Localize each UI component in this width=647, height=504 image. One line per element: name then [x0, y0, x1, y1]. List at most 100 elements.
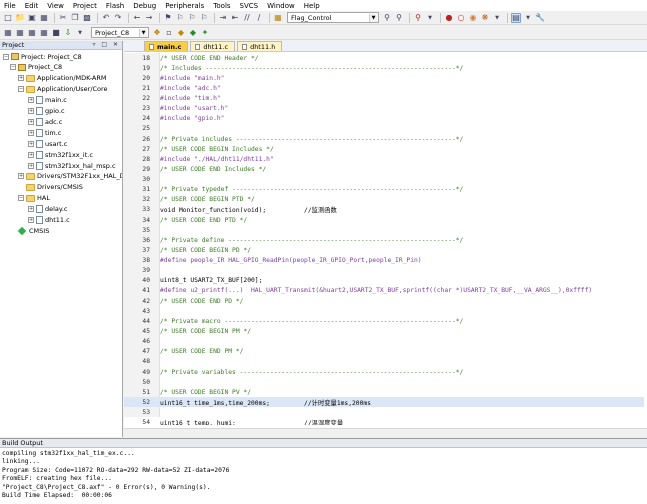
- collapse-icon[interactable]: −: [10, 64, 16, 71]
- code-line[interactable]: 49 /* Private variables -----------------…: [124, 367, 644, 377]
- bookmark-clear-icon[interactable]: ⚐: [199, 13, 209, 23]
- code-line[interactable]: 51 /* USER CODE BEGIN PV */: [124, 387, 644, 397]
- tree-file-item[interactable]: + stm32f1xx_hal_msp.c: [28, 160, 116, 171]
- undo-icon[interactable]: ↶: [101, 13, 111, 23]
- function-combo[interactable]: Flag_Control ▼: [287, 12, 379, 23]
- menu-item-peripherals[interactable]: Peripherals: [165, 2, 204, 10]
- code-line[interactable]: 46: [124, 337, 644, 347]
- collapse-icon[interactable]: −: [3, 53, 9, 60]
- expand-icon[interactable]: +: [28, 129, 34, 136]
- find-in-files-icon[interactable]: ▦: [273, 13, 283, 23]
- expand-icon[interactable]: +: [28, 151, 34, 158]
- expand-icon[interactable]: +: [28, 140, 34, 147]
- pack-installer-icon[interactable]: ◆: [188, 28, 198, 38]
- bookmark-next-icon[interactable]: ⚐: [187, 13, 197, 23]
- menu-item-tools[interactable]: Tools: [213, 2, 230, 10]
- zoom-icon[interactable]: ⚲: [413, 13, 423, 23]
- menu-item-help[interactable]: Help: [304, 2, 320, 10]
- tree-file-item[interactable]: + tim.c: [28, 127, 61, 138]
- breakpoint-icon[interactable]: ○: [456, 13, 466, 23]
- download-icon[interactable]: ⇩: [63, 28, 73, 38]
- build-icon[interactable]: ▦: [15, 28, 25, 38]
- copy-icon[interactable]: ❐: [70, 13, 80, 23]
- debug-start-icon[interactable]: ●: [444, 13, 454, 23]
- tree-folder-item[interactable]: − HAL: [18, 193, 50, 204]
- expand-icon[interactable]: +: [28, 118, 34, 125]
- kill-breakpoints-icon[interactable]: ❋: [480, 13, 490, 23]
- code-line[interactable]: 20 #include "main.h": [124, 73, 644, 83]
- code-line[interactable]: 41 #define u2_printf(...) HAL_UART_Transm…: [124, 286, 644, 296]
- batch-build-icon[interactable]: ▦: [39, 28, 49, 38]
- tree-file-item[interactable]: + gpio.c: [28, 106, 65, 117]
- code-line[interactable]: 24 #include "gpio.h": [124, 114, 644, 124]
- paste-icon[interactable]: ▩: [82, 13, 92, 23]
- expand-icon[interactable]: +: [28, 206, 34, 213]
- code-line[interactable]: 39: [124, 266, 644, 276]
- code-line[interactable]: 26 /* Private includes ------------------…: [124, 134, 644, 144]
- panel-controls[interactable]: ▿ □ ✕: [92, 41, 120, 48]
- configure-icon[interactable]: 🔧: [535, 13, 545, 23]
- zoom-dropdown-icon[interactable]: ▼: [425, 13, 435, 23]
- horizontal-scrollbar[interactable]: [124, 428, 647, 437]
- code-line[interactable]: 25: [124, 124, 644, 134]
- target-combo[interactable]: Project_C8 ▼: [91, 27, 149, 38]
- expand-icon[interactable]: +: [28, 162, 34, 169]
- code-line[interactable]: 21 #include "adc.h": [124, 83, 644, 93]
- window-layout-icon[interactable]: ▤: [511, 12, 521, 23]
- code-line[interactable]: 33 void Monitor_function(void); //监测函数: [124, 205, 644, 215]
- translate-icon[interactable]: ▦: [3, 28, 13, 38]
- menu-item-flash[interactable]: Flash: [106, 2, 124, 10]
- code-line[interactable]: 19 /* Includes --------------------------…: [124, 63, 644, 73]
- expand-icon[interactable]: +: [18, 75, 24, 82]
- find-icon[interactable]: ⚲: [382, 13, 392, 23]
- nav-back-icon[interactable]: ←: [132, 13, 142, 23]
- menu-item-project[interactable]: Project: [73, 2, 97, 10]
- nav-forward-icon[interactable]: →: [144, 13, 154, 23]
- code-line[interactable]: 18 /* USER CODE END Header */: [124, 53, 644, 63]
- open-folder-icon[interactable]: 📁: [15, 13, 25, 23]
- menu-item-debug[interactable]: Debug: [133, 2, 156, 10]
- target-options-icon[interactable]: ❖: [152, 28, 162, 38]
- layout-dropdown-icon[interactable]: ▼: [523, 13, 533, 23]
- code-line[interactable]: 22 #include "tim.h": [124, 94, 644, 104]
- code-line[interactable]: 28 #include "./HAL/dht11/dht11.h": [124, 154, 644, 164]
- tab-dht11-h[interactable]: dht11.h: [237, 41, 283, 51]
- save-all-icon[interactable]: ▦: [39, 13, 49, 23]
- code-line[interactable]: 43: [124, 306, 644, 316]
- disable-breakpoint-icon[interactable]: ◉: [468, 13, 478, 23]
- load-icon[interactable]: ▫: [164, 28, 174, 38]
- code-line[interactable]: 30: [124, 175, 644, 185]
- code-line[interactable]: 52 uint16_t time_1ms,time_200ms; //计时变量1m…: [124, 397, 644, 408]
- comment-icon[interactable]: //: [242, 13, 252, 23]
- code-line[interactable]: 36 /* Private define --------------------…: [124, 235, 644, 245]
- tree-item[interactable]: − Project_C8: [10, 62, 62, 73]
- tab-dht11-c[interactable]: dht11.c: [190, 41, 236, 51]
- expand-icon[interactable]: +: [18, 173, 24, 180]
- chevron-down-icon[interactable]: ▼: [369, 14, 377, 22]
- tree-item[interactable]: CMSIS: [10, 225, 49, 236]
- manage-components-icon[interactable]: ◆: [176, 28, 186, 38]
- tree-file-item[interactable]: + adc.c: [28, 116, 62, 127]
- code-line[interactable]: 53: [124, 408, 644, 418]
- tree-file-item[interactable]: + dht11.c: [28, 215, 70, 226]
- code-line[interactable]: 32 /* USER CODE BEGIN PTD */: [124, 195, 644, 205]
- stop-build-icon[interactable]: ■: [51, 28, 61, 38]
- expand-icon[interactable]: +: [28, 108, 34, 114]
- code-line[interactable]: 54 uint16_t temp, humi; //温湿度变量: [124, 418, 644, 425]
- tree-folder-item[interactable]: − Application/User/Core: [18, 84, 108, 95]
- menu-item-file[interactable]: File: [4, 2, 16, 10]
- code-line[interactable]: 27 /* USER CODE BEGIN Includes */: [124, 144, 644, 154]
- code-line[interactable]: 35: [124, 225, 644, 235]
- cut-icon[interactable]: ✂: [58, 13, 68, 23]
- code-line[interactable]: 34 /* USER CODE END PTD */: [124, 215, 644, 225]
- code-line[interactable]: 40 uint8_t USART2_TX_BUF[200];: [124, 276, 644, 286]
- build-output-text[interactable]: compiling stm32f1xx_hal_tim_ex.c... linki…: [2, 450, 229, 500]
- menu-item-window[interactable]: Window: [267, 2, 295, 10]
- menu-item-view[interactable]: View: [47, 2, 64, 10]
- code-line[interactable]: 38 #define people_IR HAL_GPIO_ReadPin(peo…: [124, 256, 644, 266]
- tree-folder-item[interactable]: + Application/MDK-ARM: [18, 73, 106, 84]
- kill-dropdown-icon[interactable]: ▼: [492, 13, 502, 23]
- code-line[interactable]: 44 /* Private macro ---------------------…: [124, 316, 644, 326]
- tree-file-item[interactable]: + stm32f1xx_it.c: [28, 149, 93, 160]
- tree-file-item[interactable]: + delay.c: [28, 204, 67, 215]
